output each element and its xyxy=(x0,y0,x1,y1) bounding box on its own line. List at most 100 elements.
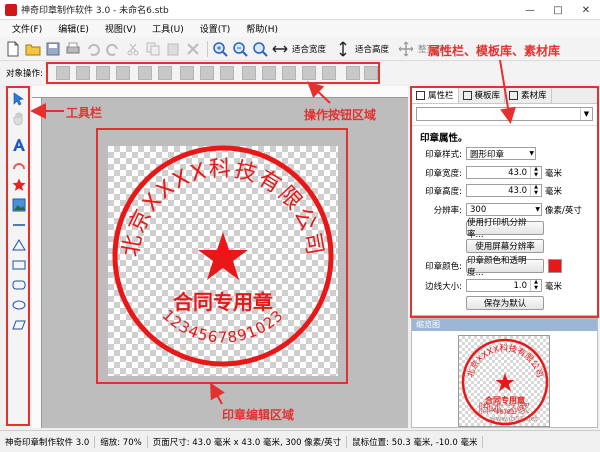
left-toolbar xyxy=(6,86,30,426)
resolution-label: 分辨率: xyxy=(433,205,462,216)
resolution-unit: 像素/英寸 xyxy=(545,205,582,216)
properties-heading: 印章属性。 xyxy=(420,133,468,144)
width-unit: 毫米 xyxy=(545,168,563,179)
menu-view[interactable]: 视图(V) xyxy=(97,22,144,35)
properties-icon xyxy=(416,90,425,100)
resolution-row: 分辨率: 300 ▼ 像素/英寸 xyxy=(420,203,582,216)
ops-callout: 操作按钮区域 xyxy=(304,108,377,122)
height-input[interactable]: 43.0 ▲ ▼ xyxy=(466,184,542,197)
close-button[interactable]: ✕ xyxy=(572,0,600,20)
status-zoom: 缩放: 70% xyxy=(95,435,148,448)
ops-area-highlight xyxy=(46,62,380,84)
triangle-tool-icon[interactable] xyxy=(10,236,28,254)
tab-templates[interactable]: 模板库 xyxy=(459,87,506,103)
border-label: 边线大小: xyxy=(425,281,462,292)
maximize-button[interactable]: □ xyxy=(544,0,572,20)
border-input[interactable]: 1.0 ▲ ▼ xyxy=(466,279,542,292)
new-file-icon[interactable] xyxy=(4,40,22,58)
border-unit: 毫米 xyxy=(545,281,563,292)
menu-settings[interactable]: 设置(T) xyxy=(192,22,239,35)
materials-icon xyxy=(509,90,519,100)
rectangle-tool-icon[interactable] xyxy=(10,256,28,274)
paste-icon[interactable] xyxy=(164,40,182,58)
ruler-top xyxy=(32,86,408,98)
undo-icon[interactable] xyxy=(84,40,102,58)
menu-file[interactable]: 文件(F) xyxy=(4,22,50,35)
status-app: 神奇印章制作软件 3.0 xyxy=(0,435,96,448)
fit-height-icon[interactable] xyxy=(334,40,352,58)
color-transparency-button[interactable]: 印章颜色和透明度... xyxy=(466,256,544,278)
open-folder-icon[interactable] xyxy=(24,40,42,58)
copy-icon[interactable] xyxy=(144,40,162,58)
ellipse-tool-icon[interactable] xyxy=(10,296,28,314)
chevron-down-icon: ▼ xyxy=(535,206,540,213)
fit-width-label[interactable]: 适合宽度 xyxy=(292,43,326,55)
zoom-out-icon[interactable] xyxy=(231,40,249,58)
star-tool-icon[interactable] xyxy=(10,176,28,194)
save-default-button[interactable]: 保存为默认 xyxy=(466,296,544,310)
edit-area-callout: 印章编辑区域 xyxy=(222,408,295,422)
color-row: 印章颜色: xyxy=(420,260,466,272)
border-row: 边线大小: 1.0 ▲ ▼ 毫米 xyxy=(420,279,562,292)
delete-icon[interactable] xyxy=(184,40,202,58)
style-label: 印章样式: xyxy=(425,149,462,160)
hand-pan-icon[interactable] xyxy=(10,110,28,128)
tab-properties[interactable]: 属性栏 xyxy=(412,87,459,103)
spin-icon[interactable]: ▲ ▼ xyxy=(530,166,541,178)
minimize-button[interactable]: — xyxy=(516,0,544,20)
watermark-url: www.jb51.net xyxy=(490,415,538,423)
cut-icon[interactable] xyxy=(124,40,142,58)
printer-resolution-button[interactable]: 使用打印机分辨率... xyxy=(466,218,544,240)
height-unit: 毫米 xyxy=(545,186,563,197)
select-arrow-icon[interactable] xyxy=(10,90,28,108)
width-label: 印章宽度: xyxy=(425,168,462,179)
whole-page-icon[interactable] xyxy=(397,40,415,58)
style-select[interactable]: 圆形印章 ▼ xyxy=(466,147,536,160)
color-swatch[interactable] xyxy=(548,259,562,273)
zoom-in-icon[interactable] xyxy=(211,40,229,58)
spin-icon[interactable]: ▲ ▼ xyxy=(530,184,541,196)
fit-width-icon[interactable] xyxy=(271,40,289,58)
chevron-down-icon: ▼ xyxy=(580,108,592,120)
object-select[interactable]: ▼ xyxy=(416,107,593,121)
height-label: 印章高度: xyxy=(425,186,462,197)
screen-resolution-button[interactable]: 使用屏幕分辨率 xyxy=(466,239,544,253)
object-ops-label: 对象操作: xyxy=(6,69,43,79)
width-input[interactable]: 43.0 ▲ ▼ xyxy=(466,166,542,179)
image-tool-icon[interactable] xyxy=(10,196,28,214)
arc-text-icon[interactable] xyxy=(10,156,28,174)
menu-bar: 文件(F) 编辑(E) 视图(V) 工具(U) 设置(T) 帮助(H) xyxy=(0,20,600,37)
panels-callout: 属性栏、模板库、素材库 xyxy=(428,44,561,58)
window-controls: — □ ✕ xyxy=(516,0,600,20)
resolution-select[interactable]: 300 ▼ xyxy=(466,203,542,216)
status-mouse: 鼠标位置: 50.3 毫米, -10.0 毫米 xyxy=(347,435,484,448)
menu-help[interactable]: 帮助(H) xyxy=(238,22,286,35)
tab-materials[interactable]: 素材库 xyxy=(505,87,552,103)
properties-content: 印章属性。 印章样式: 圆形印章 ▼ 印章宽度: 43.0 ▲ ▼ 毫米 印章高度: … xyxy=(412,125,597,315)
rounded-rect-tool-icon[interactable] xyxy=(10,276,28,294)
color-label: 印章颜色: xyxy=(425,262,462,272)
app-icon xyxy=(5,3,17,16)
window-title: 神奇印章制作软件 3.0 - 未命名6.stb xyxy=(21,6,169,16)
title-bar: 神奇印章制作软件 3.0 - 未命名6.stb — □ ✕ xyxy=(0,0,600,20)
thumbnail-title: 缩览图 xyxy=(412,319,597,331)
status-bar: 神奇印章制作软件 3.0 缩放: 70% 页面尺寸: 43.0 毫米 x 43.… xyxy=(0,430,600,452)
parallelogram-tool-icon[interactable] xyxy=(10,316,28,334)
text-tool-icon[interactable] xyxy=(10,136,28,154)
menu-edit[interactable]: 编辑(E) xyxy=(50,22,97,35)
redo-icon[interactable] xyxy=(104,40,122,58)
menu-tools[interactable]: 工具(U) xyxy=(144,22,192,35)
print-icon[interactable] xyxy=(64,40,82,58)
spin-icon[interactable]: ▲ ▼ xyxy=(530,279,541,291)
status-page: 页面尺寸: 43.0 毫米 x 43.0 毫米, 300 像素/英寸 xyxy=(148,435,348,448)
line-tool-icon[interactable] xyxy=(10,216,28,234)
toolbar-separator xyxy=(207,40,208,57)
edit-area-highlight xyxy=(96,128,348,384)
height-row: 印章高度: 43.0 ▲ ▼ 毫米 xyxy=(420,184,562,197)
toolbar-callout: 工具栏 xyxy=(66,106,103,120)
fit-height-label[interactable]: 适合高度 xyxy=(355,43,389,55)
save-icon[interactable] xyxy=(44,40,62,58)
zoom-actual-icon[interactable] xyxy=(251,40,269,58)
chevron-down-icon: ▼ xyxy=(529,150,534,157)
width-row: 印章宽度: 43.0 ▲ ▼ 毫米 xyxy=(420,166,562,179)
